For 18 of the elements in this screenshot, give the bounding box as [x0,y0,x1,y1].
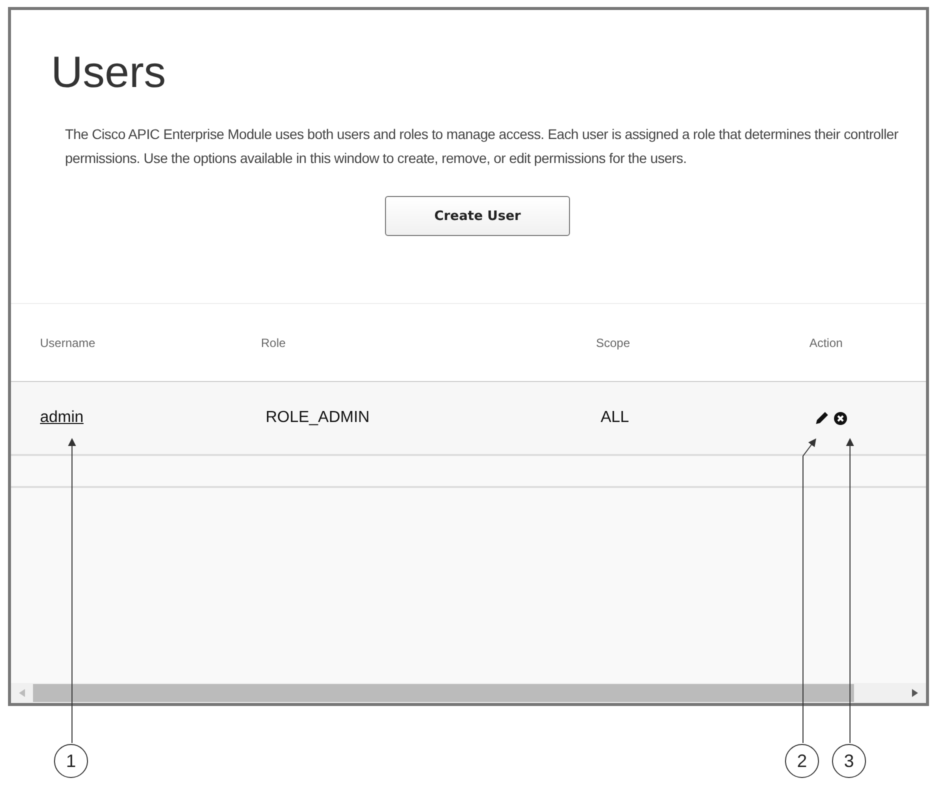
horizontal-scrollbar[interactable] [11,683,926,703]
description-text: The Cisco APIC Enterprise Module uses both users and roles to manage access. Each user is assigned a role that determines their controller permissions. Use the options available in this window to create, remove, or edit permissions for the users. [65,125,900,168]
callout-number: 3 [832,744,866,778]
column-header: Action [808,336,844,350]
callout-number: 2 [785,744,819,778]
scrollbar-thumb[interactable] [33,684,854,702]
column-header: Role [261,336,287,350]
username-link[interactable]: admin [40,409,84,427]
create-user-button[interactable]: Create User [385,196,570,236]
table-cell-text: ROLE_ADMIN [266,409,371,427]
column-header: Scope [596,336,632,350]
callout-number: 1 [54,744,88,778]
edit-icon[interactable] [814,411,829,425]
page-title: Users [51,48,167,98]
delete-icon[interactable] [834,412,847,424]
table-cell-text: ALL [600,409,630,427]
scroll-right-icon[interactable] [912,689,918,697]
column-header: Username [39,336,96,350]
